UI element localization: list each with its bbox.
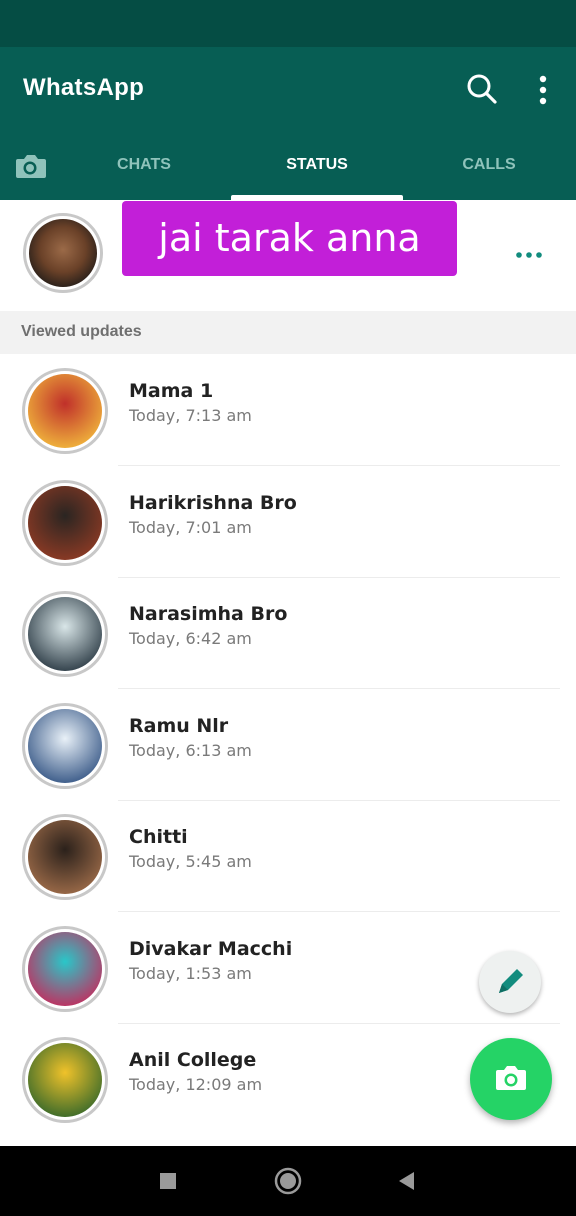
status-row[interactable]: Chitti Today, 5:45 am [0, 801, 576, 912]
tab-bar: CHATS STATUS CALLS [0, 142, 576, 200]
contact-avatar[interactable] [22, 702, 108, 789]
section-title: Viewed updates [21, 323, 142, 340]
search-button[interactable] [464, 71, 500, 107]
camera-status-button[interactable] [470, 1038, 552, 1120]
status-time: Today, 6:13 am [129, 740, 252, 760]
home-button[interactable] [271, 1164, 305, 1198]
camera-icon [16, 155, 46, 178]
status-row[interactable]: Narasimha Bro Today, 6:42 am [0, 578, 576, 689]
tab-status[interactable]: STATUS [231, 142, 403, 200]
my-status-row[interactable]: jai tarak anna [0, 200, 576, 310]
contact-name: Mama 1 [129, 380, 214, 402]
app-bar: WhatsApp CHATS STATUS CALLS [0, 47, 576, 200]
square-icon [160, 1173, 176, 1189]
status-time: Today, 7:01 am [129, 517, 252, 537]
contact-name: Chitti [129, 826, 188, 848]
system-status-bar [0, 0, 576, 47]
contact-name: Narasimha Bro [129, 603, 288, 625]
more-options-button[interactable] [530, 73, 556, 107]
status-row[interactable]: Ramu Nlr Today, 6:13 am [0, 690, 576, 801]
app-title: WhatsApp [23, 74, 145, 101]
status-time: Today, 12:09 am [129, 1075, 263, 1094]
contact-name: Anil College [129, 1049, 257, 1071]
tab-chats[interactable]: CHATS [58, 142, 230, 200]
status-time: Today, 6:42 am [129, 629, 252, 648]
viewed-updates-header: Viewed updates [0, 311, 576, 354]
my-status-avatar[interactable] [23, 213, 103, 293]
contact-avatar[interactable] [22, 925, 108, 1012]
overlay-text-banner: jai tarak anna [122, 201, 457, 276]
status-row[interactable]: Mama 1 Today, 7:13 am [0, 355, 576, 466]
tab-calls[interactable]: CALLS [403, 142, 575, 200]
status-time: Today, 1:53 am [129, 963, 252, 983]
contact-avatar[interactable] [22, 591, 108, 677]
contact-avatar[interactable] [22, 814, 108, 900]
more-vertical-icon [539, 75, 547, 105]
contact-name: Ramu Nlr [129, 714, 229, 737]
my-status-more-button[interactable] [510, 245, 548, 265]
system-navigation-bar [0, 1146, 576, 1216]
back-button[interactable] [389, 1164, 423, 1198]
status-row[interactable]: Harikrishna Bro Today, 7:01 am [0, 467, 576, 578]
more-horizontal-icon [516, 252, 542, 258]
contact-avatar[interactable] [22, 368, 108, 454]
contact-avatar[interactable] [22, 1037, 108, 1123]
triangle-back-icon [399, 1172, 414, 1190]
search-icon [467, 74, 497, 104]
pencil-icon [499, 969, 523, 993]
status-time: Today, 7:13 am [129, 406, 252, 425]
status-time: Today, 5:45 am [129, 852, 252, 871]
circle-icon [274, 1167, 302, 1195]
contact-avatar[interactable] [22, 479, 108, 566]
camera-icon [496, 1066, 526, 1090]
contact-name: Divakar Macchi [129, 937, 293, 960]
recents-button[interactable] [151, 1164, 185, 1198]
contact-name: Harikrishna Bro [129, 491, 297, 514]
text-status-button[interactable] [479, 951, 541, 1013]
tab-camera[interactable] [12, 148, 48, 184]
